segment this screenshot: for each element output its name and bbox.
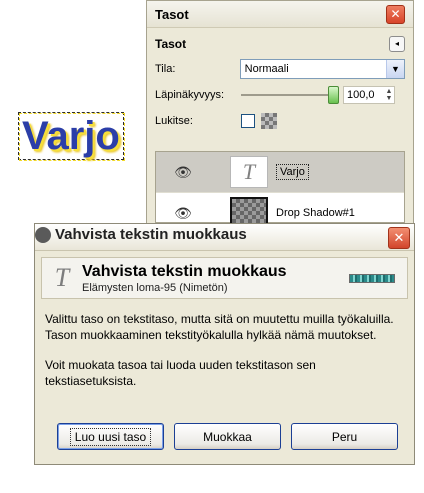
lock-row: Lukitse: [147,108,413,134]
opacity-slider[interactable] [241,86,339,104]
opacity-slider-thumb[interactable] [328,86,339,104]
cancel-button[interactable]: Peru [291,423,398,450]
close-icon[interactable]: ✕ [388,227,410,249]
dialog-buttons: Luo uusi taso Muokkaa Peru [57,423,398,450]
spin-arrows-icon[interactable]: ▲ ▼ [384,88,394,102]
mode-row: Tila: Normaali ▼ [147,56,413,82]
dialog-header-subtitle: Elämysten loma-95 (Nimetön) [82,281,228,294]
layers-window-title: Tasot [155,6,189,22]
layer-name: Drop Shadow#1 [276,207,355,219]
text-t-icon: T [54,263,70,292]
chevron-down-icon[interactable]: ▼ [386,60,404,78]
new-layer-button-label: Luo uusi taso [69,427,152,446]
opacity-row: Läpinäkyvyys: 100,0 ▲ ▼ [147,82,413,108]
lock-alpha-icon[interactable] [261,113,277,129]
opacity-spinbox[interactable]: 100,0 ▲ ▼ [343,86,395,104]
dialog-title-bar: Vahvista tekstin muokkaus ✕ [35,224,414,251]
layer-list: 👁 T Varjo 👁 Drop Shadow#1 [155,151,405,229]
dialog-body: Valittu taso on tekstitaso, mutta sitä o… [35,299,414,389]
opacity-value: 100,0 [347,89,375,101]
image-thumbnail [349,274,395,283]
lock-label: Lukitse: [155,115,193,127]
opacity-label: Läpinäkyvyys: [155,89,225,101]
dialog-title: Vahvista tekstin muokkaus [55,226,247,243]
eye-icon[interactable]: 👁 [168,205,198,222]
edit-button-label: Muokkaa [203,429,252,444]
confirm-text-edit-dialog: Vahvista tekstin muokkaus ✕ T Vahvista t… [34,223,415,465]
dialog-paragraph-2: Voit muokata tasoa tai luoda uuden tekst… [45,358,316,388]
layer-row-varjo[interactable]: 👁 T Varjo [156,152,404,193]
layers-panel-title: Tasot [155,37,187,51]
cancel-button-label: Peru [331,429,358,444]
mode-value: Normaali [244,63,289,75]
dialog-paragraph-1: Valittu taso on tekstitaso, mutta sitä o… [45,312,394,342]
opacity-slider-track[interactable] [241,86,339,104]
mode-select[interactable]: Normaali ▼ [239,59,405,79]
new-layer-button[interactable]: Luo uusi taso [57,423,164,450]
layers-window: Tasot ✕ Tasot ◂ Tila: Normaali ▼ Läpinäk… [146,0,414,230]
close-icon[interactable]: ✕ [386,4,405,24]
mode-label: Tila: [155,63,176,75]
text-layer-thumbnail: T [230,156,268,188]
eye-icon[interactable]: 👁 [168,164,198,181]
dialog-header-title: Vahvista tekstin muokkaus [82,262,287,280]
edit-button[interactable]: Muokkaa [174,423,281,450]
lock-pixels-checkbox[interactable] [241,114,255,128]
dialog-header: T Vahvista tekstin muokkaus Elämysten lo… [41,257,408,299]
canvas-text-varjo: Varjo [18,112,124,160]
layer-name: Varjo [276,164,309,180]
app-icon [35,226,51,243]
panel-menu-icon[interactable]: ◂ [389,36,405,52]
layers-title-bar: Tasot ✕ [147,1,413,28]
layers-panel-header: Tasot ◂ [147,32,413,56]
